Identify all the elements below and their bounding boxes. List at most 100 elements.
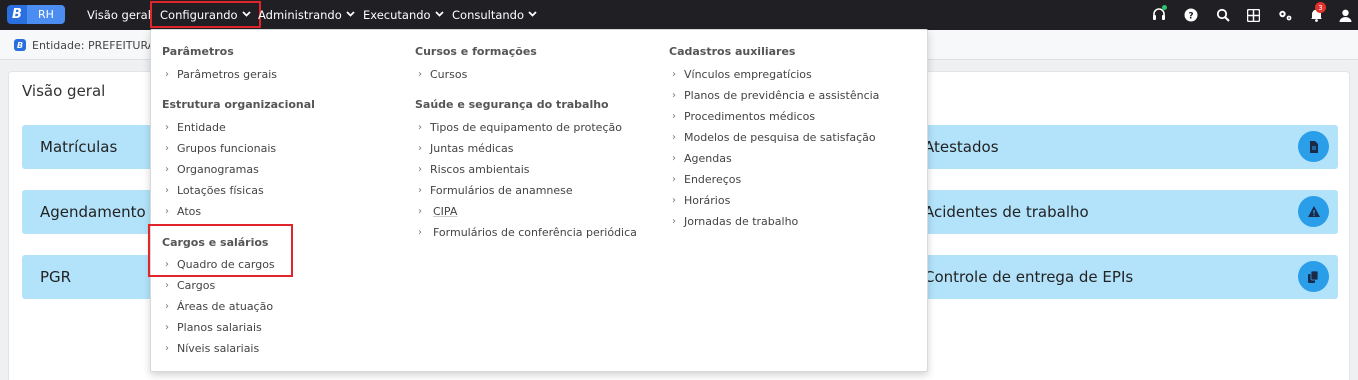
logo-text: RH	[27, 5, 65, 24]
menu-item-label: Riscos ambientais	[430, 162, 530, 176]
chevron-right-icon: ›	[165, 121, 169, 133]
chevron-right-icon: ›	[418, 142, 422, 154]
app-logo[interactable]: B RH	[7, 5, 65, 24]
menu-item-grupos-funcionais[interactable]: › Grupos funcionais	[165, 141, 276, 155]
menu-item-label: Áreas de atuação	[177, 299, 274, 313]
entity-badge: B	[14, 39, 26, 51]
card-label: Agendamento	[40, 203, 146, 221]
chevron-right-icon: ›	[418, 184, 422, 196]
menu-item-entidade[interactable]: › Entidade	[165, 120, 226, 134]
menu-item-tipos-equipamento[interactable]: › Tipos de equipamento de proteção	[418, 120, 622, 134]
menu-section-cursos: Cursos e formações	[415, 45, 537, 58]
card-label: Matrículas	[40, 138, 118, 156]
menu-item-label: Níveis salariais	[177, 341, 260, 355]
menu-item-lotacoes-fisicas[interactable]: › Lotações físicas	[165, 183, 264, 197]
menu-item-enderecos[interactable]: › Endereços	[672, 172, 741, 186]
menu-item-vinculos[interactable]: › Vínculos empregatícios	[672, 67, 812, 81]
document-icon[interactable]	[1298, 131, 1329, 162]
nav-label: Visão geral	[87, 8, 151, 22]
menu-item-jornadas[interactable]: › Jornadas de trabalho	[672, 214, 798, 228]
card-controle-epis[interactable]: Controle de entrega de EPIs	[900, 255, 1338, 299]
svg-text:?: ?	[1188, 12, 1193, 22]
card-label: Controle de entrega de EPIs	[924, 268, 1134, 286]
help-icon[interactable]: ?	[1183, 7, 1199, 23]
menu-item-cursos[interactable]: › Cursos	[418, 67, 467, 81]
chevron-right-icon: ›	[165, 68, 169, 80]
menu-item-label: Horários	[684, 193, 731, 207]
chevron-right-icon: ›	[672, 215, 676, 227]
nav-consultando[interactable]: Consultando	[452, 0, 537, 30]
menu-item-label: Organogramas	[177, 162, 259, 176]
chevron-right-icon: ›	[418, 226, 422, 238]
menu-item-formularios-anamnese[interactable]: › Formulários de anamnese	[418, 183, 573, 197]
copy-icon[interactable]	[1298, 261, 1329, 292]
menu-item-areas-de-atuacao[interactable]: › Áreas de atuação	[165, 299, 273, 313]
menu-section-cadastros-auxiliares: Cadastros auxiliares	[669, 45, 796, 58]
nav-administrando[interactable]: Administrando	[258, 0, 355, 30]
chevron-right-icon: ›	[418, 68, 422, 80]
chevron-right-icon: ›	[165, 321, 169, 333]
menu-item-label: Vínculos empregatícios	[684, 67, 812, 81]
menu-item-agendas[interactable]: › Agendas	[672, 151, 732, 165]
top-navbar: B RH Visão geral Configurando Administra…	[0, 0, 1358, 30]
card-label: Atestados	[924, 138, 999, 156]
card-acidentes[interactable]: Acidentes de trabalho	[900, 190, 1338, 234]
apps-grid-icon[interactable]	[1245, 7, 1261, 23]
page-title: Visão geral	[22, 82, 106, 100]
card-atestados[interactable]: Atestados	[900, 125, 1338, 169]
nav-configurando[interactable]: Configurando	[150, 1, 261, 28]
highlight-box-cargos-salarios	[148, 224, 293, 277]
chevron-right-icon: ›	[418, 205, 422, 217]
menu-item-juntas-medicas[interactable]: › Juntas médicas	[418, 141, 514, 155]
menu-item-label: CIPA	[433, 204, 458, 218]
chevron-right-icon: ›	[672, 110, 676, 122]
nav-visao-geral[interactable]: Visão geral	[87, 0, 151, 30]
card-label: PGR	[40, 268, 72, 286]
menu-section-estrutura: Estrutura organizacional	[162, 98, 315, 111]
menu-item-planos-salariais[interactable]: › Planos salariais	[165, 320, 262, 334]
menu-item-horarios[interactable]: › Horários	[672, 193, 730, 207]
menu-item-parametros-gerais[interactable]: › Parâmetros gerais	[165, 67, 277, 81]
chevron-right-icon: ›	[165, 163, 169, 175]
menu-item-modelos-pesquisa[interactable]: › Modelos de pesquisa de satisfação	[672, 130, 876, 144]
online-status-dot	[1162, 5, 1167, 10]
menu-item-label: Juntas médicas	[430, 141, 514, 155]
menu-item-niveis-salariais[interactable]: › Níveis salariais	[165, 341, 259, 355]
chevron-right-icon: ›	[672, 194, 676, 206]
menu-item-organogramas[interactable]: › Organogramas	[165, 162, 259, 176]
entity-label[interactable]: Entidade: PREFEITURA D	[32, 39, 167, 52]
menu-item-label: Modelos de pesquisa de satisfação	[684, 130, 876, 144]
menu-item-atos[interactable]: › Atos	[165, 204, 201, 218]
menu-item-formularios-conferencia[interactable]: › Formulários de conferência periódica	[418, 225, 637, 239]
menu-item-cipa[interactable]: › CIPA	[418, 204, 457, 218]
chevron-right-icon: ›	[165, 279, 169, 291]
chevron-right-icon: ›	[418, 163, 422, 175]
chevron-right-icon: ›	[165, 205, 169, 217]
menu-item-label: Entidade	[177, 120, 226, 134]
menu-item-label: Atos	[177, 204, 202, 218]
menu-item-planos-previdencia[interactable]: › Planos de previdência e assistência	[672, 88, 879, 102]
warning-icon[interactable]	[1298, 196, 1329, 227]
chevron-right-icon: ›	[672, 173, 676, 185]
nav-executando[interactable]: Executando	[363, 0, 444, 30]
settings-icon[interactable]	[1277, 7, 1293, 23]
user-icon[interactable]	[1337, 7, 1353, 23]
menu-item-riscos-ambientais[interactable]: › Riscos ambientais	[418, 162, 530, 176]
chevron-right-icon: ›	[672, 68, 676, 80]
menu-item-procedimentos-medicos[interactable]: › Procedimentos médicos	[672, 109, 815, 123]
menu-item-label: Formulários de anamnese	[430, 183, 573, 197]
notification-count-badge: 3	[1315, 2, 1326, 13]
menu-item-label: Formulários de conferência periódica	[433, 225, 637, 239]
menu-item-label: Planos de previdência e assistência	[684, 88, 880, 102]
menu-item-label: Endereços	[684, 172, 742, 186]
menu-item-label: Cursos	[430, 67, 468, 81]
menu-item-cargos[interactable]: › Cargos	[165, 278, 215, 292]
nav-label: Configurando	[160, 7, 238, 22]
menu-item-label: Agendas	[684, 151, 732, 165]
chevron-right-icon: ›	[672, 152, 676, 164]
menu-item-label: Jornadas de trabalho	[684, 214, 799, 228]
card-label: Acidentes de trabalho	[924, 203, 1089, 221]
search-icon[interactable]	[1215, 7, 1231, 23]
logo-letter: B	[7, 5, 27, 24]
menu-item-label: Planos salariais	[177, 320, 262, 334]
